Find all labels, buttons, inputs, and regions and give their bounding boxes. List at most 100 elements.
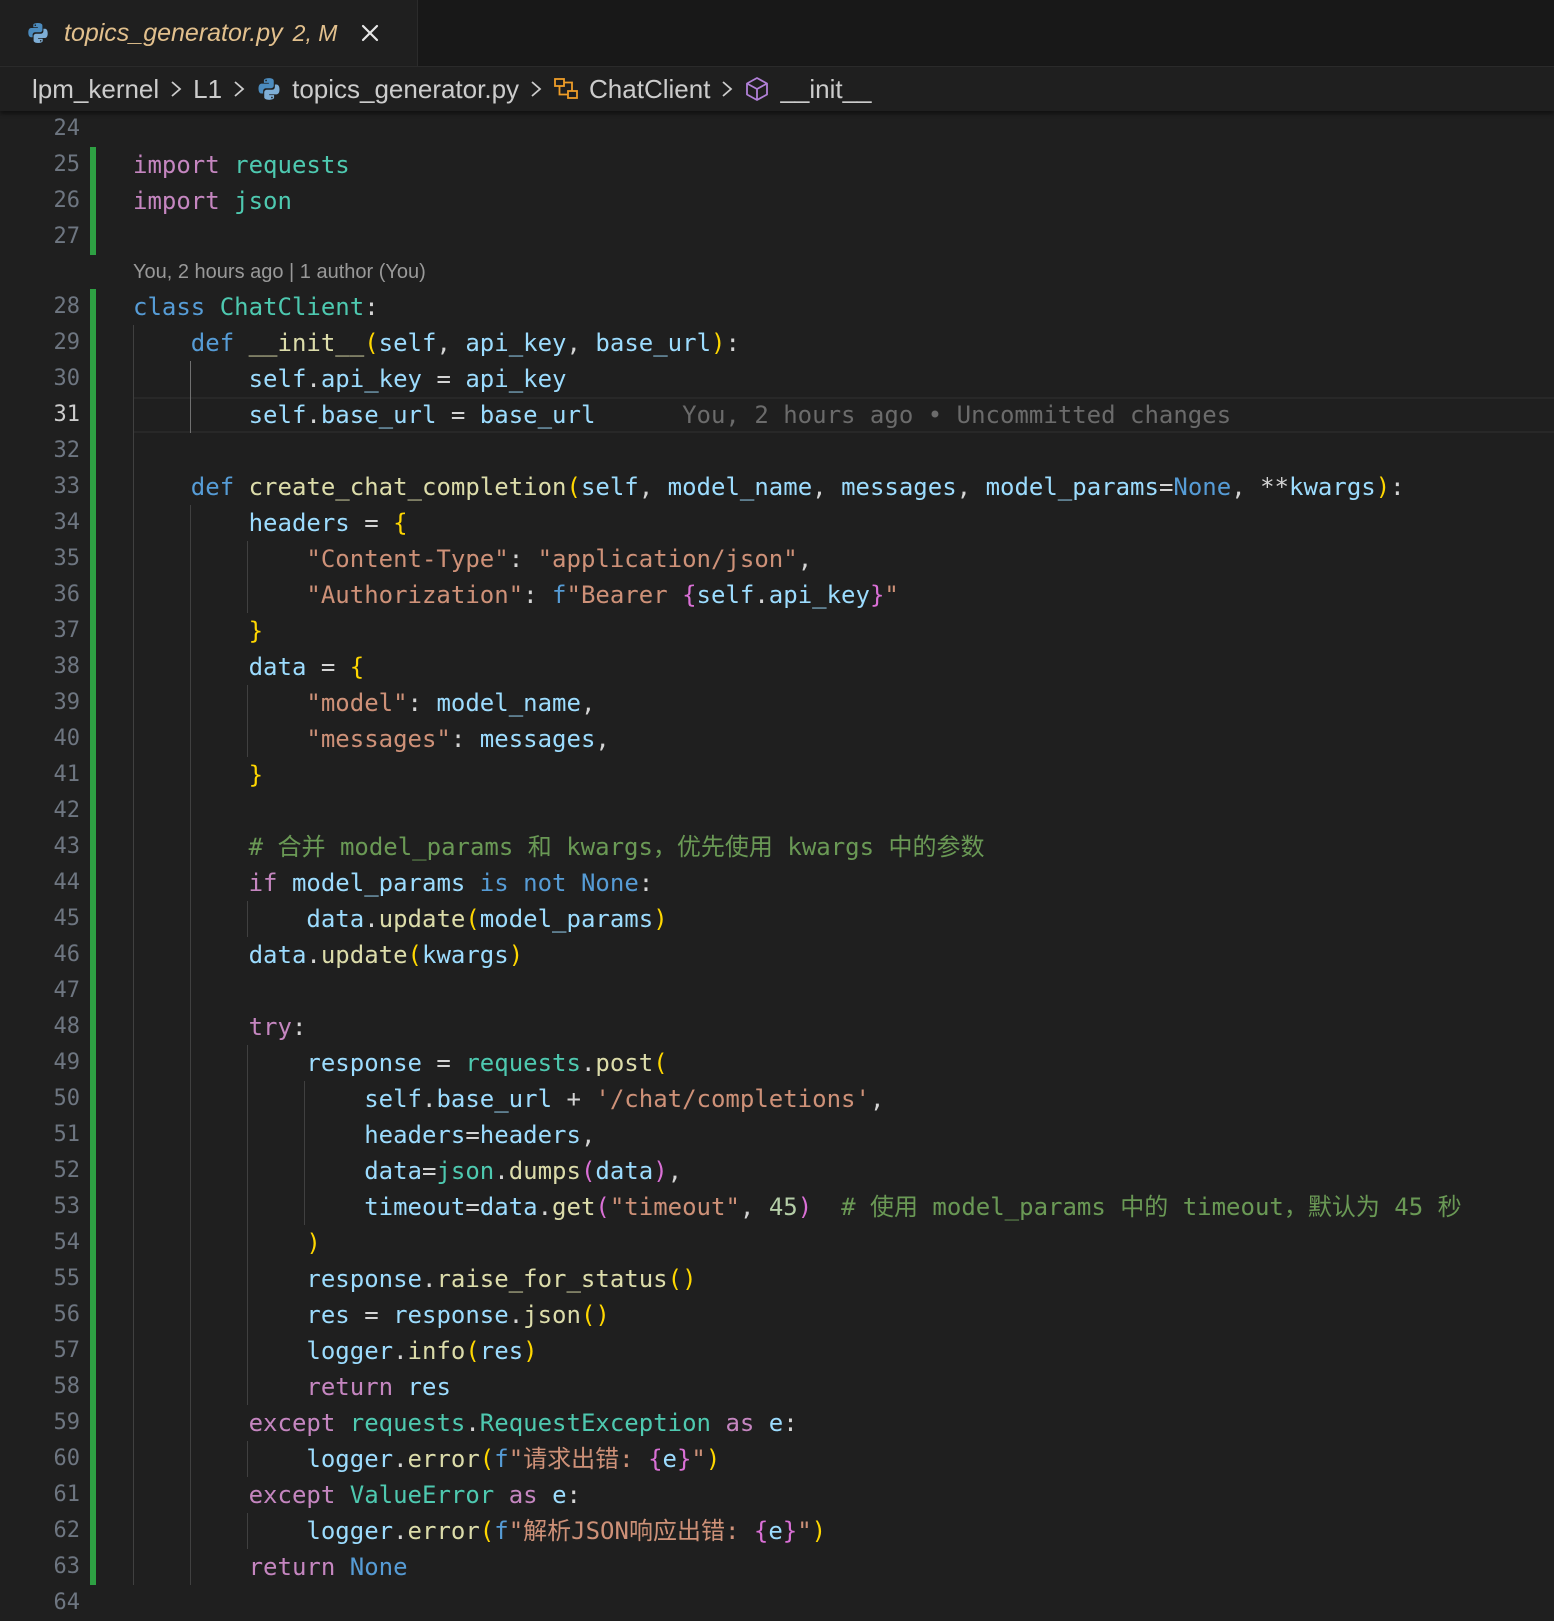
code-line[interactable]: except requests.RequestException as e: [133,1405,798,1441]
code-line[interactable]: logger.info(res) [133,1333,537,1369]
code-line[interactable]: "model": model_name, [133,685,595,721]
code-line[interactable]: self.base_url = base_url You, 2 hours ag… [133,397,1232,433]
code-line[interactable]: data=json.dumps(data), [133,1153,682,1189]
code-line[interactable]: return None [133,1549,408,1585]
indent-guide [247,685,248,757]
code-line[interactable]: data.update(kwargs) [133,937,524,973]
code-token: e [768,1517,783,1545]
code-token: = [465,1121,480,1149]
code-token: "messages" [306,725,451,753]
line-number: 37 [53,618,81,643]
code-token: response [306,1265,422,1293]
code-token: post [595,1049,654,1077]
line-number: 28 [53,294,81,319]
code-token: self [248,365,307,393]
code-token: base_url [595,329,712,357]
code-token: , [436,329,466,357]
tab-status: 2, M [292,19,338,46]
indent-guide [304,1081,305,1225]
code-line[interactable]: # 合并 model_params 和 kwargs，优先使用 kwargs 中… [133,829,985,865]
code-token: 45 [768,1193,798,1221]
code-editor[interactable]: 24 25 import requests 26 import json 27 You, 2… [0,111,1554,1615]
code-line[interactable]: def __init__(self, api_key, base_url): [133,325,740,361]
code-token: if [248,869,278,897]
code-token: res [407,1373,451,1401]
code-token: headers [248,509,350,537]
code-line[interactable]: return res [133,1369,451,1405]
code-line[interactable]: ) [133,1225,320,1261]
code-line[interactable]: res = response.json() [133,1297,609,1333]
code-token: () [667,1265,697,1293]
editor-tab[interactable]: topics_generator.py 2, M [0,0,418,66]
code-token: json [234,187,292,215]
line-number: 34 [53,510,81,535]
code-token: def [190,329,235,357]
code-token: model_params [985,473,1159,501]
code-token: { [753,1517,769,1545]
breadcrumb-item-folder[interactable]: lpm_kernel [32,74,159,105]
code-token: json [436,1157,495,1185]
code-token: ValueError [349,1481,495,1509]
code-line[interactable]: response.raise_for_status() [133,1261,697,1297]
indent-guide [190,361,191,433]
code-token: . [508,1301,524,1329]
code-line[interactable]: def create_chat_completion(self, model_n… [133,469,1405,505]
code-line[interactable]: self.api_key = api_key [133,361,567,397]
code-token: } [782,1517,798,1545]
code-token: logger [306,1517,394,1545]
code-token: self [364,1085,422,1113]
code-line[interactable]: response = requests.post( [133,1045,667,1081]
code-line[interactable]: "messages": messages, [133,721,609,757]
code-token: { [648,1445,663,1473]
code-token: response [306,1049,422,1077]
code-token: update [378,905,466,933]
code-token: res [479,1337,524,1365]
indent-guide [247,1045,248,1405]
breadcrumb-item-class[interactable]: ChatClient [553,74,710,105]
code-line[interactable]: logger.error(f"请求出错: {e}") [133,1441,720,1477]
code-line[interactable]: class ChatClient: [133,289,379,325]
code-token: . [306,401,321,429]
code-token: ( [595,1193,610,1221]
breadcrumb-item-method[interactable]: __init__ [744,74,872,105]
code-line[interactable]: headers=headers, [133,1117,595,1153]
code-token: base_url [436,1085,553,1113]
code-token: self [696,581,755,609]
close-icon[interactable] [359,22,381,44]
line-number: 39 [53,690,81,715]
line-number: 61 [53,1482,81,1507]
breadcrumb-item-file[interactable]: topics_generator.py [256,74,519,105]
code-line[interactable]: data = { [133,649,365,685]
breadcrumb-item-subfolder[interactable]: L1 [193,74,222,105]
code-line[interactable]: } [133,613,263,649]
code-line[interactable]: logger.error(f"解析JSON响应出错: {e}") [133,1513,826,1549]
code-line[interactable]: headers = { [133,505,408,541]
code-line[interactable]: import requests [133,147,350,183]
code-line[interactable]: timeout=data.get("timeout", 45) # 使用 mod… [133,1189,1461,1225]
code-token: f [552,581,567,609]
code-line[interactable]: "Content-Type": "application/json", [133,541,812,577]
code-token: ChatClient [219,293,365,321]
code-line[interactable]: except ValueError as e: [133,1477,581,1513]
code-line[interactable]: try: [133,1009,307,1045]
code-token: e [552,1481,567,1509]
code-line[interactable]: } [133,757,263,793]
codelens-blame[interactable]: You, 2 hours ago | 1 author (You) [133,257,426,287]
code-line[interactable]: self.base_url + '/chat/completions', [133,1081,884,1117]
code-token: None [580,869,639,897]
line-number: 42 [53,798,81,823]
python-file-icon [258,78,280,100]
code-token: : [291,1013,307,1041]
git-change-bar [90,289,96,1585]
code-token: ( [407,941,422,969]
code-token: = [465,1193,480,1221]
line-number: 63 [53,1554,81,1579]
code-line[interactable]: if model_params is not None: [133,865,654,901]
code-token: , [638,473,668,501]
code-line[interactable]: data.update(model_params) [133,901,667,937]
code-line[interactable]: import json [133,183,292,219]
